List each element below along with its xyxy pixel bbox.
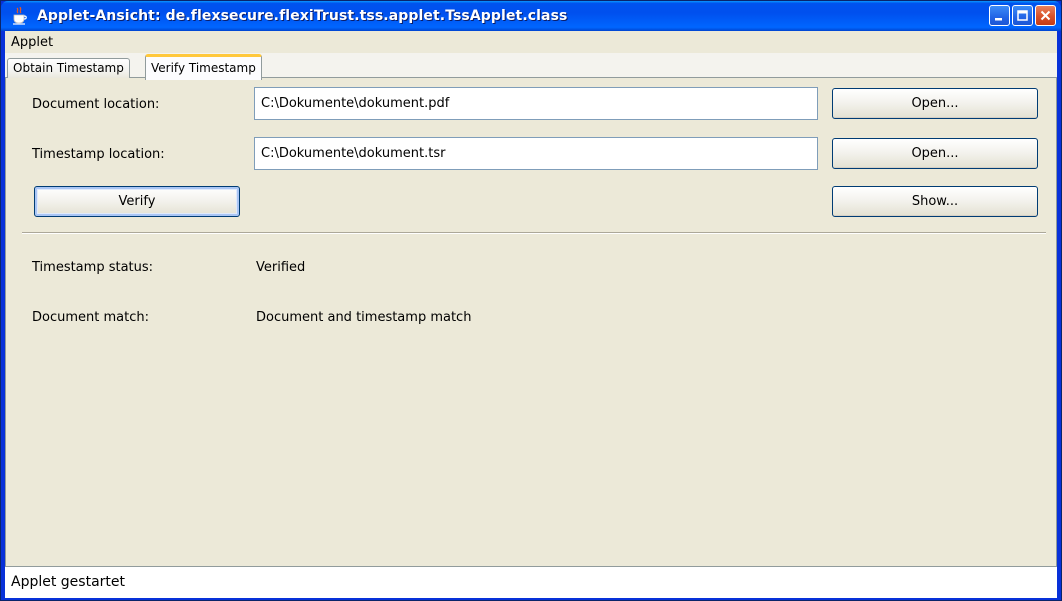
tab-strip: Obtain Timestamp Verify Timestamp — [5, 53, 1057, 80]
window-title: Applet-Ansicht: de.flexsecure.flexiTrust… — [37, 8, 568, 24]
tab-obtain-timestamp[interactable]: Obtain Timestamp — [7, 58, 130, 79]
timestamp-status-value: Verified — [256, 260, 306, 275]
java-cup-icon[interactable] — [9, 5, 31, 27]
document-location-input[interactable]: C:\Dokumente\dokument.pdf — [254, 87, 818, 120]
timestamp-location-input[interactable]: C:\Dokumente\dokument.tsr — [254, 137, 818, 170]
document-match-label: Document match: — [32, 310, 149, 325]
window-controls — [989, 5, 1056, 26]
verify-timestamp-panel: Document location: C:\Dokumente\dokument… — [5, 78, 1057, 566]
open-timestamp-button[interactable]: Open... — [832, 138, 1038, 169]
timestamp-location-label: Timestamp location: — [32, 147, 165, 162]
show-button[interactable]: Show... — [832, 186, 1038, 217]
applet-window: Applet-Ansicht: de.flexsecure.flexiTrust… — [0, 0, 1062, 601]
verify-button[interactable]: Verify — [34, 186, 240, 217]
title-bar[interactable]: Applet-Ansicht: de.flexsecure.flexiTrust… — [1, 1, 1061, 31]
document-location-label: Document location: — [32, 97, 160, 112]
document-match-value: Document and timestamp match — [256, 310, 472, 325]
maximize-icon[interactable] — [1012, 5, 1033, 26]
status-bar: Applet gestartet — [5, 566, 1057, 598]
menu-bar: Applet — [5, 31, 1057, 53]
open-document-button[interactable]: Open... — [832, 88, 1038, 119]
close-icon[interactable] — [1035, 5, 1056, 26]
separator — [22, 232, 1046, 234]
minimize-icon[interactable] — [989, 5, 1010, 26]
timestamp-status-label: Timestamp status: — [32, 260, 154, 275]
tab-verify-timestamp[interactable]: Verify Timestamp — [145, 54, 262, 80]
menu-applet[interactable]: Applet — [5, 35, 59, 50]
window-client-area: Applet Obtain Timestamp Verify Timestamp… — [5, 31, 1057, 598]
